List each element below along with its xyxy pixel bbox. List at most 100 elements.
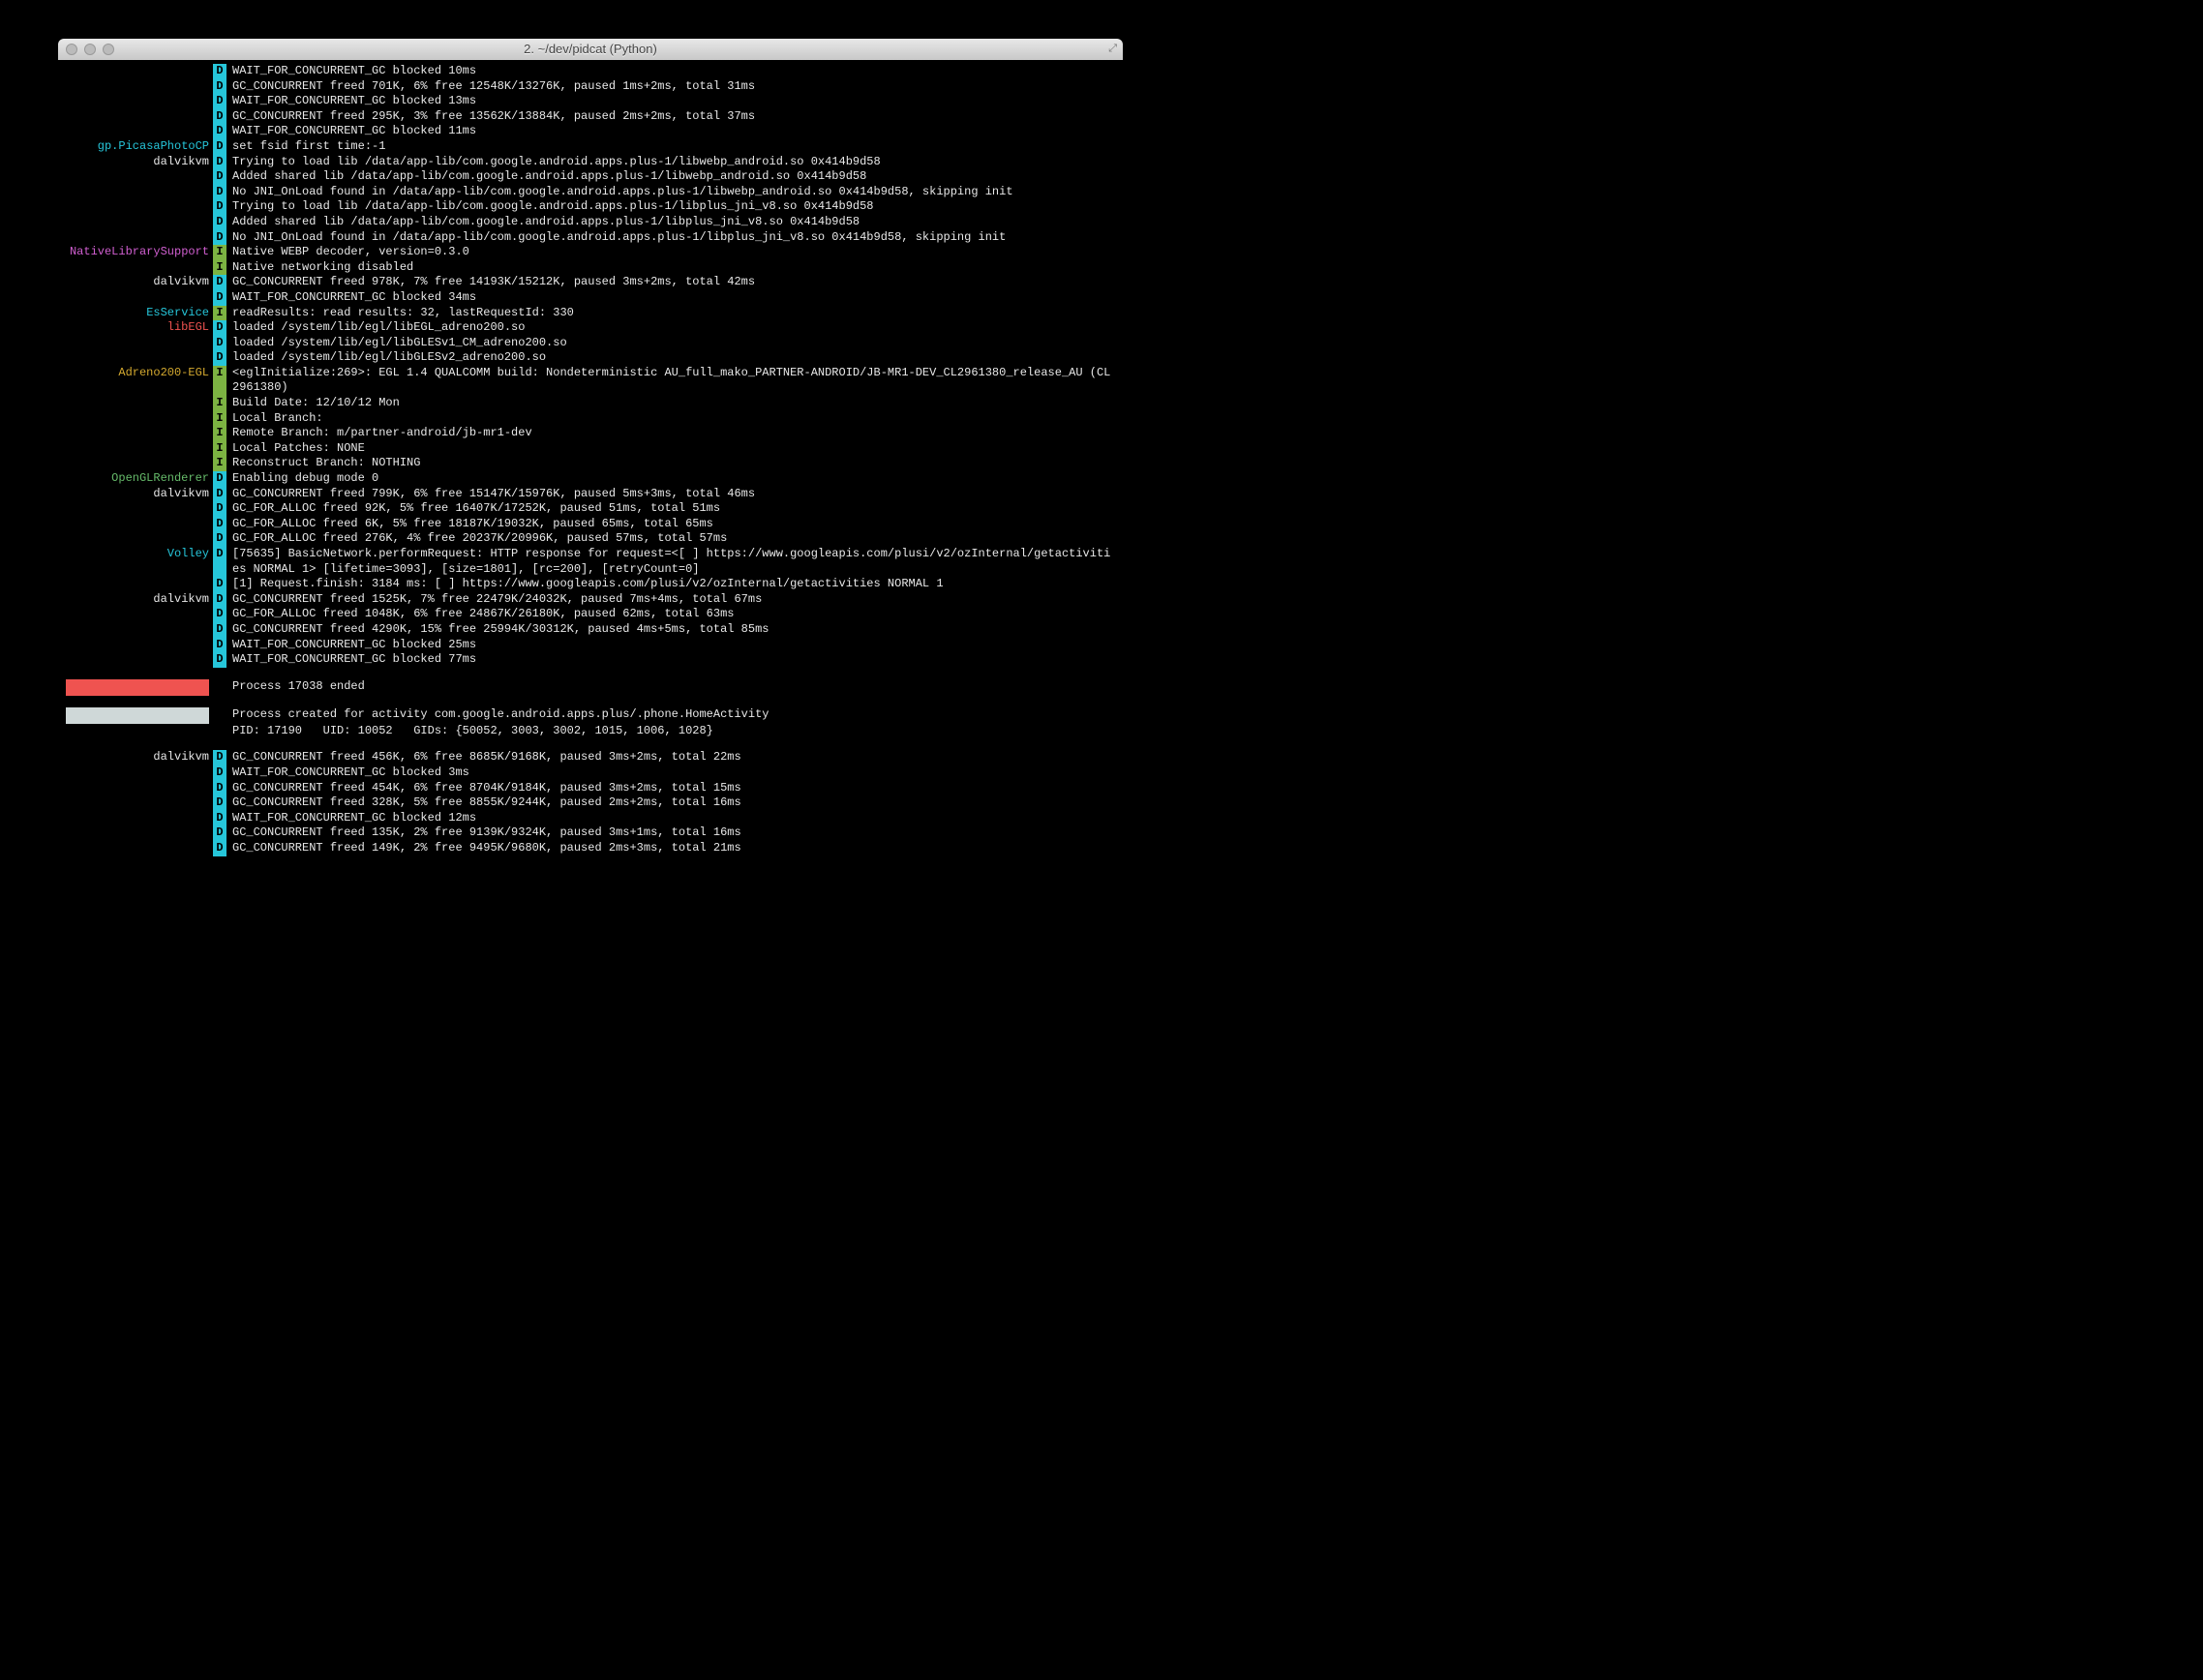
log-tag <box>66 109 213 125</box>
log-level-badge: D <box>213 622 226 638</box>
log-level-badge: D <box>213 517 226 532</box>
log-tag: dalvikvm <box>66 592 213 608</box>
log-row: VolleyD[75635] BasicNetwork.performReque… <box>66 547 1115 577</box>
expand-icon[interactable]: ⤢ <box>1108 43 1117 56</box>
log-level-badge: I <box>213 456 226 471</box>
log-tag <box>66 290 213 306</box>
log-row: INative networking disabled <box>66 260 1115 276</box>
log-row: DGC_CONCURRENT freed 135K, 2% free 9139K… <box>66 825 1115 841</box>
log-tag <box>66 79 213 95</box>
log-tag <box>66 230 213 246</box>
log-message: Local Patches: NONE <box>232 441 1115 457</box>
log-tag: OpenGLRenderer <box>66 471 213 487</box>
log-tag <box>66 411 213 427</box>
log-level-badge: D <box>213 577 226 592</box>
log-row: IRemote Branch: m/partner-android/jb-mr1… <box>66 426 1115 441</box>
log-level-badge: I <box>213 366 226 396</box>
log-tag <box>66 199 213 215</box>
log-level-badge: D <box>213 652 226 668</box>
log-tag: dalvikvm <box>66 275 213 290</box>
log-row: DWAIT_FOR_CONCURRENT_GC blocked 13ms <box>66 94 1115 109</box>
log-level-badge: D <box>213 547 226 577</box>
log-row: Adreno200-EGLI<eglInitialize:269>: EGL 1… <box>66 366 1115 396</box>
log-level-badge: I <box>213 260 226 276</box>
log-row: dalvikvmD GC_CONCURRENT freed 799K, 6% fr… <box>66 487 1115 502</box>
log-message: GC_CONCURRENT freed 799K, 6% free 15147K… <box>232 487 1115 502</box>
log-message: GC_CONCURRENT freed 295K, 3% free 13562K… <box>232 109 1115 125</box>
log-message: readResults: read results: 32, lastReque… <box>232 306 1115 321</box>
log-message: loaded /system/lib/egl/libGLESv1_CM_adre… <box>232 336 1115 351</box>
log-row: DGC_FOR_ALLOC freed 6K, 5% free 18187K/1… <box>66 517 1115 532</box>
log-message: Build Date: 12/10/12 Mon <box>232 396 1115 411</box>
log-row: D WAIT_FOR_CONCURRENT_GC blocked 77ms <box>66 652 1115 668</box>
terminal-output[interactable]: DWAIT_FOR_CONCURRENT_GC blocked 10msDGC_… <box>58 60 1123 876</box>
log-row: gp.PicasaPhotoCPDset fsid first time:-1 <box>66 139 1115 155</box>
banner-bar <box>66 679 209 696</box>
log-message: Added shared lib /data/app-lib/com.googl… <box>232 215 1115 230</box>
log-tag <box>66 426 213 441</box>
log-message: WAIT_FOR_CONCURRENT_GC blocked 77ms <box>232 652 1115 668</box>
log-row: dalvikvmDGC_CONCURRENT freed 456K, 6% fr… <box>66 750 1115 765</box>
log-message: WAIT_FOR_CONCURRENT_GC blocked 11ms <box>232 124 1115 139</box>
log-level-badge: D <box>213 169 226 185</box>
log-message: WAIT_FOR_CONCURRENT_GC blocked 13ms <box>232 94 1115 109</box>
log-level-badge: D <box>213 275 226 290</box>
log-row: DNo JNI_OnLoad found in /data/app-lib/co… <box>66 230 1115 246</box>
log-row: DGC_FOR_ALLOC freed 276K, 4% free 20237K… <box>66 531 1115 547</box>
log-row: DAdded shared lib /data/app-lib/com.goog… <box>66 215 1115 230</box>
log-level-badge: D <box>213 64 226 79</box>
log-message: Added shared lib /data/app-lib/com.googl… <box>232 169 1115 185</box>
log-row: D GC_CONCURRENT freed 149K, 2% free 9495K… <box>66 841 1115 856</box>
log-tag: dalvikvm <box>66 487 213 502</box>
log-message: GC_CONCURRENT freed 1525K, 7% free 22479… <box>232 592 1115 608</box>
log-tag <box>66 501 213 517</box>
log-level-badge: I <box>213 396 226 411</box>
log-row: DGC_CONCURRENT freed 454K, 6% free 8704K… <box>66 781 1115 796</box>
log-row: I Build Date: 12/10/12 Mon <box>66 396 1115 411</box>
log-level-badge: D <box>213 139 226 155</box>
log-level-badge: D <box>213 471 226 487</box>
log-message: Enabling debug mode 0 <box>232 471 1115 487</box>
log-row: IReconstruct Branch: NOTHING <box>66 456 1115 471</box>
log-level-badge: D <box>213 825 226 841</box>
log-tag: Volley <box>66 547 213 577</box>
log-message: GC_CONCURRENT freed 149K, 2% free 9495K/… <box>232 841 1115 856</box>
log-row: DTrying to load lib /data/app-lib/com.go… <box>66 199 1115 215</box>
log-tag: Adreno200-EGL <box>66 366 213 396</box>
log-level-badge: I <box>213 441 226 457</box>
log-row: DGC_FOR_ALLOC freed 92K, 5% free 16407K/… <box>66 501 1115 517</box>
log-level-badge: D <box>213 109 226 125</box>
log-level-badge: D <box>213 487 226 502</box>
log-message: WAIT_FOR_CONCURRENT_GC blocked 12ms <box>232 811 1115 826</box>
log-row: D WAIT_FOR_CONCURRENT_GC blocked 11ms <box>66 124 1115 139</box>
log-row: DWAIT_FOR_CONCURRENT_GC blocked 3ms <box>66 765 1115 781</box>
log-row: DGC_CONCURRENT freed 328K, 5% free 8855K… <box>66 795 1115 811</box>
log-tag <box>66 441 213 457</box>
log-level-badge: D <box>213 124 226 139</box>
log-tag <box>66 811 213 826</box>
blank-line <box>66 668 1115 679</box>
log-message: GC_CONCURRENT freed 328K, 5% free 8855K/… <box>232 795 1115 811</box>
log-message: loaded /system/lib/egl/libGLESv2_adreno2… <box>232 350 1115 366</box>
log-row: dalvikvmDTrying to load lib /data/app-li… <box>66 155 1115 170</box>
log-tag: EsService <box>66 306 213 321</box>
log-message: [75635] BasicNetwork.performRequest: HTT… <box>232 547 1115 577</box>
log-level-badge: D <box>213 592 226 608</box>
log-tag <box>66 456 213 471</box>
log-tag: NativeLibrarySupport <box>66 245 213 260</box>
log-level-badge: D <box>213 607 226 622</box>
log-tag <box>66 577 213 592</box>
log-message: GC_CONCURRENT freed 4290K, 15% free 2599… <box>232 622 1115 638</box>
log-level-badge: D <box>213 199 226 215</box>
log-level-badge: D <box>213 841 226 856</box>
log-row: dalvikvmDGC_CONCURRENT freed 978K, 7% fr… <box>66 275 1115 290</box>
banner-bar <box>66 707 209 724</box>
log-message: [1] Request.finish: 3184 ms: [ ] https:/… <box>232 577 1115 592</box>
log-message: No JNI_OnLoad found in /data/app-lib/com… <box>232 230 1115 246</box>
log-tag <box>66 517 213 532</box>
log-level-badge: D <box>213 638 226 653</box>
log-tag <box>66 336 213 351</box>
blank-line <box>66 738 1115 750</box>
log-level-badge: D <box>213 750 226 765</box>
log-level-badge: D <box>213 185 226 200</box>
